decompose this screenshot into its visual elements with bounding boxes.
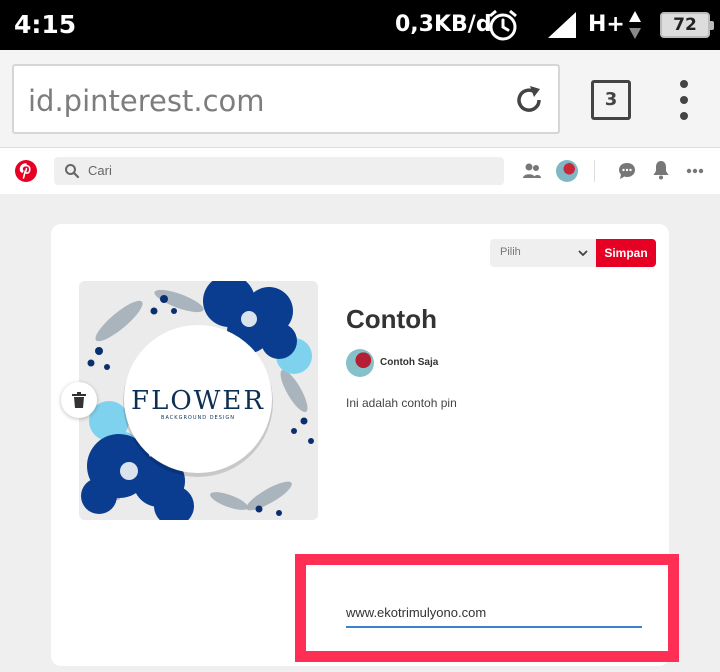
signal-icon [548,12,576,38]
battery-indicator: 72 [660,12,714,38]
address-bar[interactable]: id.pinterest.com [12,64,560,134]
board-select-value: Pilih [500,246,521,258]
pinterest-header: Cari [0,148,720,194]
save-button[interactable]: Simpan [596,239,656,267]
bell-icon[interactable] [652,160,670,180]
browser-toolbar: id.pinterest.com 3 [0,50,720,148]
address-text: id.pinterest.com [28,84,265,118]
status-bar: 4:15 0,3KB/d H+ 72 [0,0,720,50]
flower-logo-subtext: BACKGROUND DESIGN [161,415,235,421]
author-avatar[interactable] [346,349,374,377]
search-input[interactable]: Cari [54,157,504,185]
pin-image: FLOWER BACKGROUND DESIGN [79,281,318,520]
profile-avatar[interactable] [556,160,578,182]
reload-icon[interactable] [512,83,546,117]
people-icon[interactable] [522,162,542,180]
more-icon[interactable] [686,168,704,174]
search-placeholder: Cari [88,163,112,178]
flower-artwork: FLOWER BACKGROUND DESIGN [79,281,318,520]
browser-menu-icon[interactable] [674,78,694,122]
pin-title[interactable]: Contoh [346,304,437,335]
trash-icon [72,392,86,408]
tab-switcher-button[interactable]: 3 [591,80,631,120]
chat-icon[interactable] [617,161,637,181]
status-time: 4:15 [14,10,77,39]
pinterest-logo-icon[interactable] [14,159,38,183]
author-name[interactable]: Contoh Saja [380,357,438,368]
alarm-icon [489,9,517,41]
website-input[interactable]: www.ekotrimulyono.com [346,602,642,628]
header-divider [594,160,595,182]
delete-button[interactable] [61,382,97,418]
pin-description[interactable]: Ini adalah contoh pin [346,396,457,410]
status-speed: 0,3KB/d [395,12,492,37]
network-type: H+ [588,12,625,37]
board-select[interactable]: Pilih [490,239,596,267]
flower-logo-text: FLOWER [131,386,265,416]
data-arrows-icon [629,11,641,39]
search-icon [65,164,80,179]
chevron-down-icon [578,250,588,257]
